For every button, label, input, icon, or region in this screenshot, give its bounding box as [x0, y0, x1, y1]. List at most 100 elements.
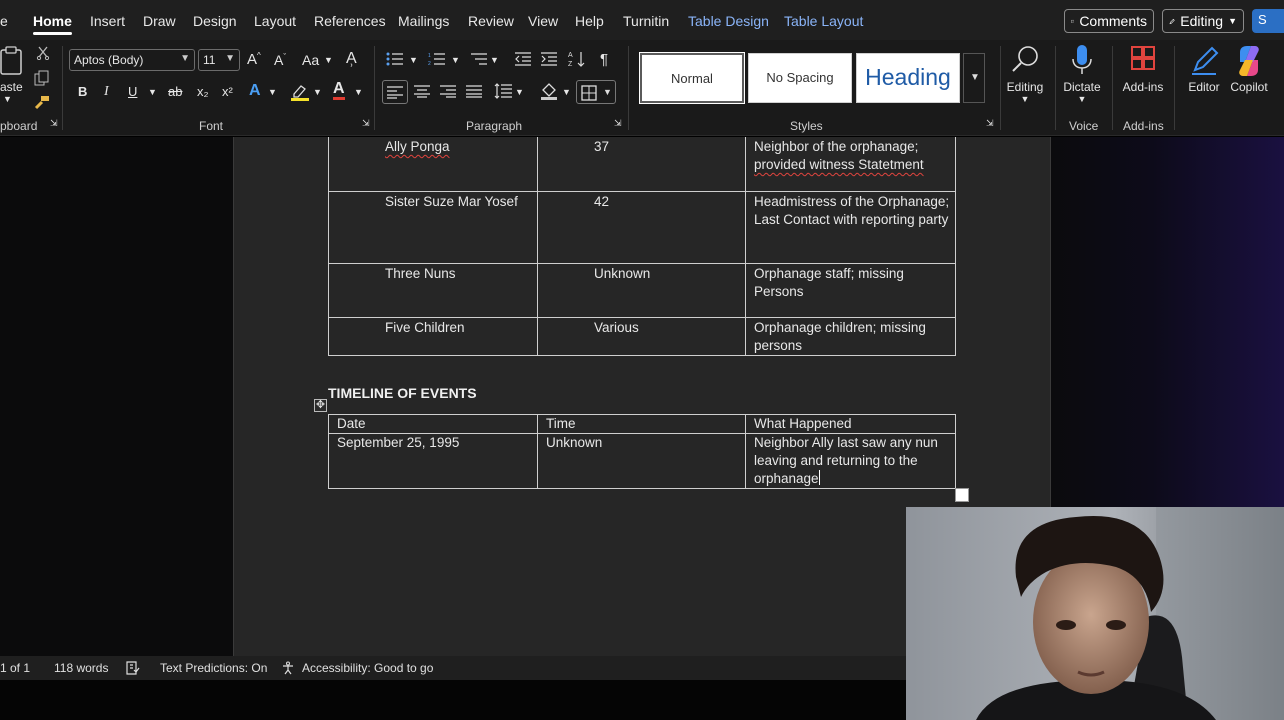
borders-button[interactable]: ▼ [576, 80, 616, 104]
decrease-indent-icon[interactable] [514, 52, 532, 66]
editing-button[interactable]: Editing ▼ [997, 42, 1053, 104]
align-left-button[interactable] [382, 80, 408, 104]
table-cell[interactable]: 42 [537, 190, 746, 264]
strikethrough-button[interactable]: ab [168, 84, 182, 99]
dialog-launcher-icon[interactable]: ⇲ [362, 118, 370, 129]
chevron-down-icon[interactable]: ▼ [490, 55, 499, 65]
bullets-icon[interactable] [386, 52, 404, 66]
copy-icon[interactable] [34, 70, 50, 86]
table-row[interactable]: September 25, 1995 Unknown Neighbor Ally… [328, 433, 956, 489]
paste-chevron-icon[interactable]: ▼ [3, 94, 12, 104]
table-move-handle[interactable]: ✥ [314, 399, 327, 412]
editing-mode-button[interactable]: Editing ▼ [1162, 9, 1244, 33]
comments-button[interactable]: Comments [1064, 9, 1154, 33]
share-button[interactable]: S [1252, 9, 1284, 33]
tab-home[interactable]: Home [33, 13, 72, 35]
tab-layout[interactable]: Layout [254, 13, 296, 29]
highlight-icon[interactable] [290, 82, 310, 102]
timeline-table[interactable]: Date Time What Happened September 25, 19… [328, 414, 956, 489]
table-cell[interactable]: Various [537, 316, 746, 356]
tab-references[interactable]: References [314, 13, 386, 29]
copilot-button[interactable]: Copilot [1221, 42, 1277, 94]
style-heading[interactable]: Heading [856, 53, 960, 103]
subscript-button[interactable]: x₂ [197, 84, 209, 99]
file-tab[interactable]: e [0, 13, 8, 29]
table-cell[interactable]: Orphanage children; missing persons [745, 316, 956, 356]
tab-review[interactable]: Review [468, 13, 514, 29]
font-size-select[interactable]: 11 ▼ [198, 49, 240, 71]
shrink-font-icon[interactable]: Aˇ [274, 52, 286, 68]
chevron-down-icon[interactable]: ▼ [451, 55, 460, 65]
tab-table-design[interactable]: Table Design [688, 13, 769, 29]
tab-insert[interactable]: Insert [90, 13, 125, 29]
text-predictions-status[interactable]: Text Predictions: On [160, 661, 267, 675]
add-ins-button[interactable]: Add-ins [1115, 42, 1171, 94]
table-cell[interactable]: Ally Ponga [328, 137, 538, 192]
dialog-launcher-icon[interactable]: ⇲ [614, 118, 622, 129]
tab-draw[interactable]: Draw [143, 13, 176, 29]
shading-icon[interactable] [540, 82, 558, 100]
increase-indent-icon[interactable] [540, 52, 558, 66]
table-header-row[interactable]: Date Time What Happened [328, 414, 956, 434]
bold-button[interactable]: B [78, 84, 87, 99]
tab-design[interactable]: Design [193, 13, 237, 29]
table-cell[interactable]: September 25, 1995 [328, 433, 538, 489]
chevron-down-icon[interactable]: ▼ [562, 87, 571, 97]
table-header-cell[interactable]: Time [537, 414, 746, 434]
accessibility-status[interactable]: Accessibility: Good to go [282, 661, 433, 675]
table-cell[interactable]: Five Children [328, 316, 538, 356]
table-header-cell[interactable]: What Happened [745, 414, 956, 434]
change-case-icon[interactable]: Aa [302, 52, 319, 68]
chevron-down-icon[interactable]: ▼ [324, 55, 333, 65]
tab-table-layout[interactable]: Table Layout [784, 13, 863, 29]
styles-more-button[interactable]: ▼ [963, 53, 985, 103]
underline-button[interactable]: U [128, 84, 137, 99]
timeline-heading[interactable]: TIMELINE OF EVENTS [328, 385, 477, 401]
table-row[interactable]: Sister Suze Mar Yosef 42 Headmistress of… [328, 190, 956, 264]
dialog-launcher-icon[interactable]: ⇲ [50, 118, 58, 129]
chevron-down-icon[interactable]: ▼ [148, 87, 157, 97]
people-table[interactable]: Ally Ponga 37 Neighbor of the orphanage;… [328, 137, 956, 356]
paste-label[interactable]: aste [0, 80, 23, 94]
tab-mailings[interactable]: Mailings [398, 13, 449, 29]
page-count[interactable]: 1 of 1 [0, 661, 30, 675]
tab-view[interactable]: View [528, 13, 558, 29]
table-row[interactable]: Three Nuns Unknown Orphanage staff; miss… [328, 262, 956, 318]
chevron-down-icon[interactable]: ▼ [268, 87, 277, 97]
table-cell[interactable]: 37 [537, 137, 746, 192]
chevron-down-icon[interactable]: ▼ [313, 87, 322, 97]
table-header-cell[interactable]: Date [328, 414, 538, 434]
align-center-icon[interactable] [414, 85, 430, 98]
line-spacing-icon[interactable] [494, 83, 512, 99]
table-cell[interactable]: Neighbor Ally last saw any nun leaving a… [745, 433, 956, 489]
table-resize-handle[interactable] [955, 488, 969, 502]
table-row[interactable]: Ally Ponga 37 Neighbor of the orphanage;… [328, 137, 956, 192]
sort-icon[interactable]: AZ [568, 50, 586, 68]
text-effects-icon[interactable]: A [249, 82, 261, 100]
numbering-icon[interactable]: 12 [428, 52, 446, 66]
show-formatting-marks-icon[interactable]: ¶ [600, 51, 608, 68]
table-cell[interactable]: Unknown [537, 433, 746, 489]
chevron-down-icon[interactable]: ▼ [515, 87, 524, 97]
multilevel-list-icon[interactable] [470, 52, 488, 66]
tab-help[interactable]: Help [575, 13, 604, 29]
table-row[interactable]: Five Children Various Orphanage children… [328, 316, 956, 356]
table-cell[interactable]: Orphanage staff; missing Persons [745, 262, 956, 318]
table-cell[interactable]: Neighbor of the orphanage; provided witne… [745, 137, 956, 192]
table-cell[interactable]: Unknown [537, 262, 746, 318]
cut-icon[interactable] [36, 46, 50, 60]
chevron-down-icon[interactable]: ▼ [354, 87, 363, 97]
tab-turnitin[interactable]: Turnitin [623, 13, 669, 29]
paste-icon[interactable] [0, 46, 26, 76]
style-normal[interactable]: Normal [639, 52, 745, 104]
word-count[interactable]: 118 words [54, 661, 108, 675]
chevron-down-icon[interactable]: ▼ [409, 55, 418, 65]
clear-formatting-icon[interactable]: A̹ [346, 50, 357, 68]
grow-font-icon[interactable]: A^ [247, 51, 261, 68]
superscript-button[interactable]: x² [222, 84, 233, 99]
align-right-icon[interactable] [440, 85, 456, 98]
justify-icon[interactable] [466, 85, 482, 98]
style-no-spacing[interactable]: No Spacing [748, 53, 852, 103]
dictate-button[interactable]: Dictate ▼ [1054, 42, 1110, 104]
table-cell[interactable]: Sister Suze Mar Yosef [328, 190, 538, 264]
